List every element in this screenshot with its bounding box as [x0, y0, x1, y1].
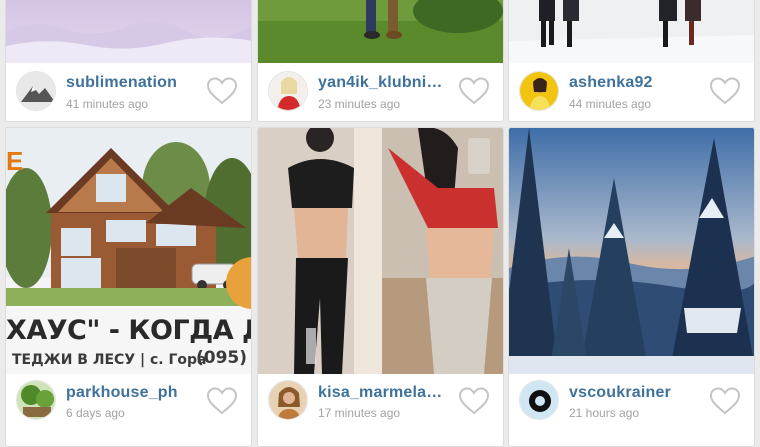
- heart-icon[interactable]: [205, 386, 239, 416]
- woman-yellow-avatar[interactable]: [519, 71, 559, 111]
- post-meta: vscoukrainer 21 hours ago: [509, 372, 754, 446]
- post-time: 23 minutes ago: [318, 97, 401, 111]
- heart-icon[interactable]: [457, 386, 491, 416]
- post-meta: ashenka92 44 minutes ago: [509, 61, 754, 121]
- mountain-avatar[interactable]: [16, 71, 56, 111]
- username-link[interactable]: yan4ik_klubni…: [318, 74, 443, 92]
- ad-code: (095): [195, 348, 247, 368]
- post-time: 17 minutes ago: [318, 406, 401, 420]
- username-link[interactable]: sublimenation: [66, 74, 177, 92]
- ad-headline: ХАУС" - КОГДА ДОМ: [6, 315, 251, 346]
- post-card[interactable]: sublimenation 41 minutes ago: [5, 0, 252, 122]
- post-meta: yan4ik_klubni… 23 minutes ago: [258, 61, 503, 121]
- ad-tag: E: [6, 146, 24, 176]
- post-time: 21 hours ago: [569, 406, 640, 420]
- post-card[interactable]: ashenka92 44 minutes ago: [508, 0, 755, 122]
- woman-red-avatar[interactable]: [268, 71, 308, 111]
- post-meta: sublimenation 41 minutes ago: [6, 61, 251, 121]
- ad-subline: ТЕДЖИ В ЛЕСУ | с. Гора: [12, 352, 207, 368]
- post-time: 41 minutes ago: [66, 97, 149, 111]
- heart-icon[interactable]: [205, 76, 239, 106]
- post-time: 6 days ago: [66, 406, 125, 420]
- post-meta: parkhouse_ph 6 days ago: [6, 372, 251, 446]
- park-avatar[interactable]: [16, 380, 56, 420]
- heart-icon[interactable]: [708, 76, 742, 106]
- username-link[interactable]: parkhouse_ph: [66, 384, 178, 402]
- post-photo[interactable]: [509, 0, 754, 63]
- post-photo[interactable]: [258, 0, 503, 63]
- heart-icon[interactable]: [708, 386, 742, 416]
- vsco-ring-avatar[interactable]: [519, 380, 559, 420]
- post-card[interactable]: E ХАУС" - КОГДА ДОМ ТЕДЖИ В ЛЕСУ | с. Го…: [5, 127, 252, 447]
- post-photo[interactable]: E ХАУС" - КОГДА ДОМ ТЕДЖИ В ЛЕСУ | с. Го…: [6, 128, 251, 374]
- username-link[interactable]: ashenka92: [569, 74, 653, 92]
- post-card[interactable]: vscoukrainer 21 hours ago: [508, 127, 755, 447]
- post-card[interactable]: kisa_marmela… 17 minutes ago: [257, 127, 504, 447]
- heart-icon[interactable]: [457, 76, 491, 106]
- username-link[interactable]: vscoukrainer: [569, 384, 671, 402]
- post-card[interactable]: yan4ik_klubni… 23 minutes ago: [257, 0, 504, 122]
- post-time: 44 minutes ago: [569, 97, 652, 111]
- post-photo[interactable]: [258, 128, 503, 374]
- post-photo[interactable]: [509, 128, 754, 374]
- post-meta: kisa_marmela… 17 minutes ago: [258, 372, 503, 446]
- woman-avatar[interactable]: [268, 380, 308, 420]
- username-link[interactable]: kisa_marmela…: [318, 384, 442, 402]
- post-photo[interactable]: [6, 0, 251, 63]
